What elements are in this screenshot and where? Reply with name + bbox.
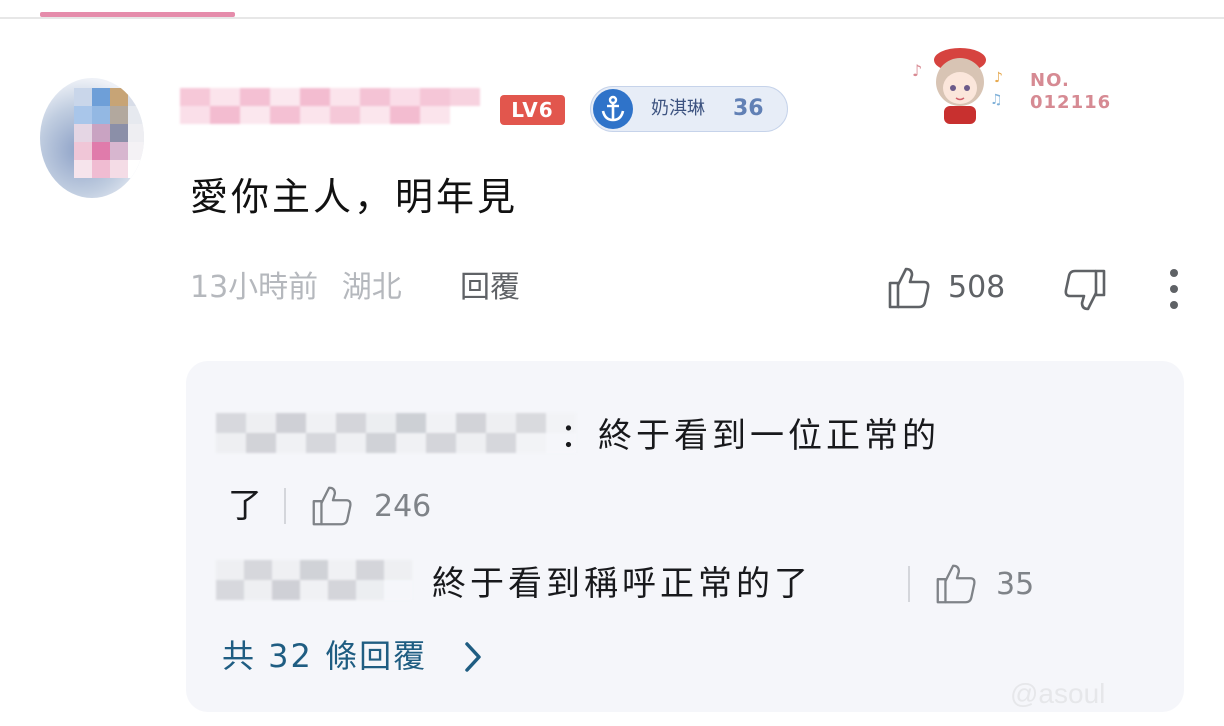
reply-1-text-line1: 終于看到一位正常的 — [598, 416, 940, 456]
comment-text: 愛你主人，明年見 — [190, 175, 519, 219]
fan-medal-name: 奶淇琳 — [651, 98, 705, 119]
reply-button[interactable]: 回覆 — [460, 268, 520, 308]
reply-1-like-count: 246 — [374, 489, 432, 524]
reply-1-text: ：終于看到一位正常的 — [560, 412, 940, 460]
active-tab-indicator — [40, 12, 235, 17]
comment-meta: 13小時前 湖北 — [190, 268, 402, 308]
thumbs-down-icon[interactable] — [1060, 267, 1110, 321]
decoration-number: NO. 012116 — [1030, 70, 1111, 114]
more-options-icon[interactable] — [1164, 268, 1184, 316]
thumbs-up-icon[interactable] — [308, 482, 356, 534]
chevron-right-icon[interactable] — [462, 641, 484, 677]
like-count: 508 — [948, 270, 1006, 305]
reply-1-text-line2: 了 — [228, 486, 266, 526]
anchor-icon — [593, 89, 633, 129]
reply-2-like-count: 35 — [996, 567, 1035, 602]
reply-2-username-blurred[interactable] — [216, 560, 412, 600]
decoration-number-label: NO. — [1030, 70, 1070, 91]
fan-medal-level: 36 — [733, 96, 764, 121]
comment-location: 湖北 — [341, 270, 402, 305]
comment-time: 13小時前 — [190, 270, 319, 305]
tab-bar-divider — [0, 17, 1224, 19]
svg-text:♫: ♫ — [990, 92, 1003, 108]
svg-text:♪: ♪ — [912, 61, 922, 80]
reply-2-text: 終于看到稱呼正常的了 — [432, 564, 812, 604]
watermark-text: @asoul — [1010, 678, 1106, 709]
thumbs-up-icon[interactable] — [884, 263, 934, 317]
reply-1-separator: ： — [560, 416, 598, 456]
reply-1-divider — [284, 488, 286, 524]
user-level-badge: LV6 — [500, 95, 565, 125]
thumbs-up-icon[interactable] — [932, 560, 980, 612]
reply-1-username-blurred[interactable] — [216, 413, 576, 453]
svg-text:♪: ♪ — [994, 70, 1003, 86]
reply-2-divider — [908, 566, 910, 602]
user-avatar[interactable] — [40, 78, 144, 198]
decoration-character-icon: ♪ ♪ ♫ — [910, 42, 1010, 126]
avatar-blur-mosaic — [74, 88, 144, 178]
decoration-number-value: 012116 — [1030, 92, 1112, 113]
fan-medal-badge[interactable]: 奶淇琳 36 — [590, 86, 788, 132]
view-all-replies-link[interactable]: 共 32 條回覆 — [222, 634, 427, 678]
username-blurred[interactable] — [180, 88, 480, 124]
